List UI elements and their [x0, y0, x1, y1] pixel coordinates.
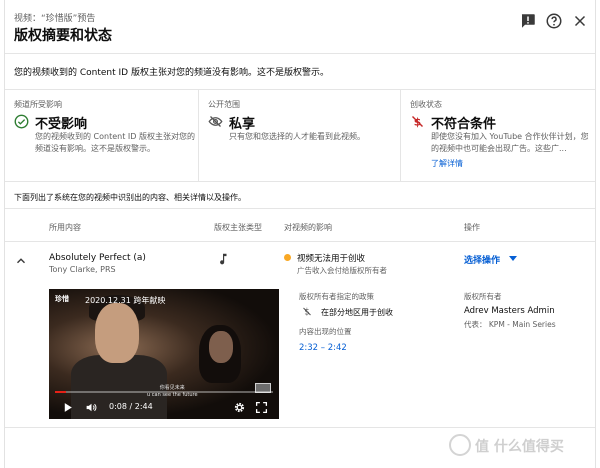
monetization-label: 创收状态 — [410, 100, 442, 109]
impact-substatus: 广告收入会付给版权所有者 — [297, 266, 387, 275]
fullscreen-icon[interactable] — [255, 401, 268, 414]
channel-impact-label: 频道所受影响 — [14, 100, 62, 109]
visibility-value: 私享 — [229, 117, 256, 132]
dialog-title: 版权摘要和状态 — [14, 28, 112, 44]
dialog-header: 视频：“珍惜版”预告 版权摘要和状态 — [5, 0, 595, 54]
owner-representative: 代表： KPM - Main Series — [464, 320, 556, 329]
watermark-logo — [449, 434, 471, 456]
position-label: 内容出现的位置 — [299, 327, 352, 336]
owner-label: 版权所有者 — [464, 292, 502, 301]
player-controls: 0:08 / 2:44 — [49, 397, 279, 419]
chevron-up-icon[interactable] — [14, 254, 28, 268]
watermark-text: 值 什么值得买 — [475, 439, 564, 455]
volume-icon[interactable] — [85, 401, 98, 414]
visibility-label: 公开范围 — [208, 100, 240, 109]
visibility-section: 公开范围 私享 只有您和您选择的人才能看到此视频。 — [199, 90, 401, 182]
video-player[interactable]: 珍惜 2020.12.31 跨年献映 你看见未来 u can see the f… — [49, 289, 279, 419]
check-circle-icon — [14, 114, 29, 129]
progress-bar[interactable] — [55, 391, 273, 393]
table-header: 所用内容 版权主张类型 对视频的影响 操作 — [5, 208, 595, 242]
progress-fill — [55, 391, 66, 393]
video-overlay-text: 2020.12.31 跨年献映 — [85, 296, 166, 305]
close-icon[interactable] — [571, 12, 589, 30]
header-action: 操作 — [464, 223, 480, 232]
no-dollar-icon: $ — [303, 308, 311, 318]
channel-impact-value: 不受影响 — [35, 117, 88, 132]
policy-label: 版权所有者指定的政策 — [299, 292, 374, 301]
play-icon[interactable] — [61, 401, 74, 414]
video-subtitle: 视频：“珍惜版”预告 — [14, 14, 96, 24]
policy-region: 在部分地区用于创收 — [321, 308, 393, 317]
learn-more-link[interactable]: 了解详情 — [431, 158, 463, 169]
header-content: 所用内容 — [49, 223, 81, 232]
monetization-section: 创收状态 $ 不符合条件 即使您没有加入 YouTube 合作伙伴计划，您的视频… — [401, 90, 597, 182]
list-description: 下面列出了系统在您的视频中识别出的内容、相关详情以及操作。 — [14, 193, 246, 202]
video-time: 0:08 / 2:44 — [109, 402, 153, 411]
header-impact: 对视频的影响 — [284, 223, 332, 232]
channel-impact-section: 频道所受影响 不受影响 您的视频收到的 Content ID 版权主张对您的频道… — [5, 90, 199, 182]
copyright-dialog: 视频：“珍惜版”预告 版权摘要和状态 您的视频收到的 Content ID 版权… — [4, 0, 596, 468]
no-strike-notice: 您的视频收到的 Content ID 版权主张对您的频道没有影响。这不是版权警示… — [5, 54, 595, 90]
header-claim-type: 版权主张类型 — [214, 223, 262, 232]
no-dollar-icon: $ — [412, 115, 423, 128]
video-logo: 珍惜 — [55, 295, 69, 303]
feedback-icon[interactable] — [519, 12, 537, 30]
status-dot — [284, 254, 291, 261]
channel-impact-desc: 您的视频收到的 Content ID 版权主张对您的频道没有影响。这不是版权警示… — [35, 132, 195, 153]
eye-off-icon — [208, 116, 223, 127]
impact-status: 视频无法用于创收 — [297, 254, 366, 264]
gear-icon[interactable] — [233, 401, 246, 414]
owner-name: Adrev Masters Admin — [464, 306, 555, 316]
position-link[interactable]: 2:32 – 2:42 — [299, 343, 347, 353]
select-action-button[interactable]: 选择操作 — [464, 253, 500, 266]
song-artist: Tony Clarke, PRS — [49, 265, 116, 274]
visibility-desc: 只有您和您选择的人才能看到此视频。 — [229, 132, 365, 141]
monetization-value: 不符合条件 — [431, 117, 497, 132]
help-icon[interactable] — [545, 12, 563, 30]
chevron-down-icon[interactable] — [509, 256, 517, 261]
table-row: Absolutely Perfect (a) Tony Clarke, PRS … — [5, 242, 595, 428]
song-title: Absolutely Perfect (a) — [49, 253, 146, 263]
notice-text: 您的视频收到的 Content ID 版权主张对您的频道没有影响。这不是版权警示… — [14, 68, 329, 78]
monetization-desc: 即使您没有加入 YouTube 合作伙伴计划，您的视频中也可能会出现广告。这些广… — [431, 132, 589, 153]
summary-panel: 频道所受影响 不受影响 您的视频收到的 Content ID 版权主张对您的频道… — [5, 90, 595, 182]
music-note-icon — [220, 253, 227, 265]
